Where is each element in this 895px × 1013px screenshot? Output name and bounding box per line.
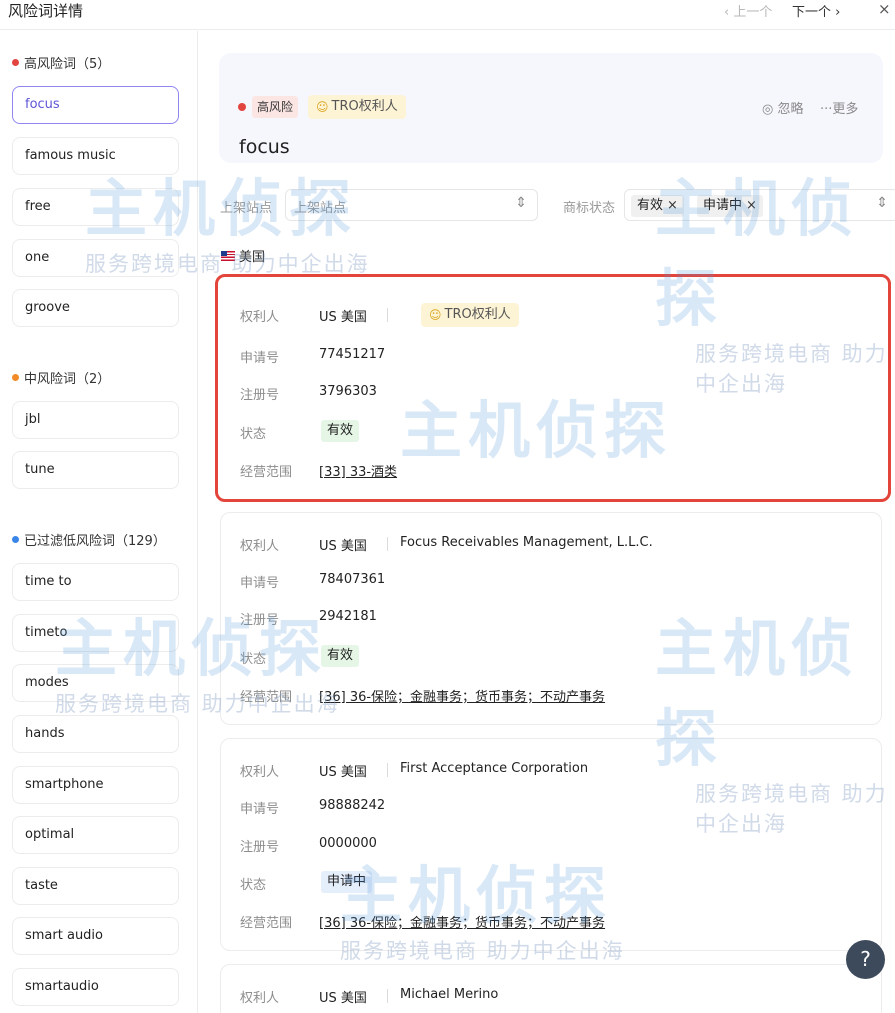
risk-level-badge: 高风险 xyxy=(252,96,299,118)
high-risk-group-title: 高风险词（5） xyxy=(12,53,110,72)
trademark-record-card: 权利人 US 美国 First Acceptance Corporation 申… xyxy=(220,738,882,951)
risk-word-item[interactable]: optimal xyxy=(12,816,179,854)
owner-name: Focus Receivables Management, L.L.C. xyxy=(400,535,653,550)
risk-word-title: focus xyxy=(239,136,290,158)
dialog-title: 风险词详情 xyxy=(8,2,84,20)
low-risk-group-title: 已过滤低风险词（129） xyxy=(12,530,166,549)
trademark-record-card: 权利人 US 美国 Michael Merino xyxy=(220,964,882,1013)
next-button[interactable]: 下一个 › xyxy=(792,1,840,20)
risk-word-item[interactable]: time to xyxy=(12,563,179,601)
status-filter-label: 商标状态 xyxy=(563,201,616,216)
close-icon[interactable]: × xyxy=(878,0,891,18)
scope-link[interactable]: [33] 33-酒类 xyxy=(319,461,397,480)
dialog-header: 风险词详情 ‹ 上一个 下一个 › × xyxy=(0,0,895,30)
trademark-record-card: 权利人 US 美国 ☺ TRO权利人 申请号 77451217 注册号 3796… xyxy=(215,274,891,502)
risk-word-item[interactable]: focus xyxy=(12,86,179,124)
site-select[interactable]: 上架站点 ⇕ xyxy=(285,189,538,221)
risk-level-dot-icon xyxy=(238,103,246,111)
owner-name: Michael Merino xyxy=(400,987,499,1002)
risk-word-sidebar: 高风险词（5） focus famous music free one groo… xyxy=(0,31,198,1013)
tro-badge: ☺ TRO权利人 xyxy=(308,95,406,119)
mid-risk-dot-icon xyxy=(12,374,19,381)
status-select[interactable]: 有效 × 申请中 × ⇕ xyxy=(624,189,895,221)
eye-off-icon: ◎ xyxy=(762,102,774,117)
up-down-icon: ⇕ xyxy=(515,195,527,211)
risk-word-item[interactable]: one xyxy=(12,239,179,277)
chip-close-icon[interactable]: × xyxy=(746,198,757,213)
site-filter-label: 上架站点 xyxy=(220,201,273,216)
mid-risk-group-title: 中风险词（2） xyxy=(12,368,110,387)
scope-link[interactable]: [36] 36-保险；金融事务；货币事务；不动产事务 xyxy=(319,686,605,705)
low-risk-dot-icon xyxy=(12,536,19,543)
risk-word-item[interactable]: smart audio xyxy=(12,917,179,955)
risk-word-item[interactable]: famous music xyxy=(12,137,179,175)
country-heading: 美国 xyxy=(221,246,265,265)
detail-panel: 高风险 ☺ TRO权利人 ◎ 忽略 ···更多 focus 上架站点 上架站点 … xyxy=(199,31,895,1013)
person-icon: ☺ xyxy=(316,100,329,114)
scope-link[interactable]: [36] 36-保险；金融事务；货币事务；不动产事务 xyxy=(319,912,605,931)
tro-badge: ☺ TRO权利人 xyxy=(421,303,519,327)
high-risk-dot-icon xyxy=(12,59,19,66)
status-badge: 申请中 xyxy=(321,871,373,893)
risk-word-item[interactable]: free xyxy=(12,188,179,226)
trademark-record-card: 权利人 US 美国 Focus Receivables Management, … xyxy=(220,512,882,725)
status-badge: 有效 xyxy=(321,645,360,667)
more-button[interactable]: ···更多 xyxy=(820,98,858,117)
help-button[interactable]: ? xyxy=(846,940,885,979)
word-summary-card: 高风险 ☺ TRO权利人 ◎ 忽略 ···更多 focus xyxy=(219,53,883,163)
risk-word-item[interactable]: smartaudio xyxy=(12,968,179,1006)
risk-word-item[interactable]: hands xyxy=(12,715,179,753)
chip-close-icon[interactable]: × xyxy=(667,198,678,213)
risk-word-item[interactable]: jbl xyxy=(12,401,179,439)
risk-word-item[interactable]: taste xyxy=(12,867,179,905)
risk-word-item[interactable]: groove xyxy=(12,289,179,327)
us-flag-icon xyxy=(221,250,235,261)
risk-word-item[interactable]: timeto xyxy=(12,614,179,652)
status-chip[interactable]: 申请中 × xyxy=(697,195,763,217)
ignore-button[interactable]: ◎ 忽略 xyxy=(762,98,804,117)
owner-name: First Acceptance Corporation xyxy=(400,761,589,776)
up-down-icon: ⇕ xyxy=(876,195,888,211)
status-badge: 有效 xyxy=(321,420,360,442)
risk-word-item[interactable]: smartphone xyxy=(12,766,179,804)
risk-word-item[interactable]: modes xyxy=(12,664,179,702)
prev-button[interactable]: ‹ 上一个 xyxy=(724,1,772,20)
status-chip[interactable]: 有效 × xyxy=(631,195,684,217)
person-icon: ☺ xyxy=(429,308,442,322)
risk-word-item[interactable]: tune xyxy=(12,451,179,489)
